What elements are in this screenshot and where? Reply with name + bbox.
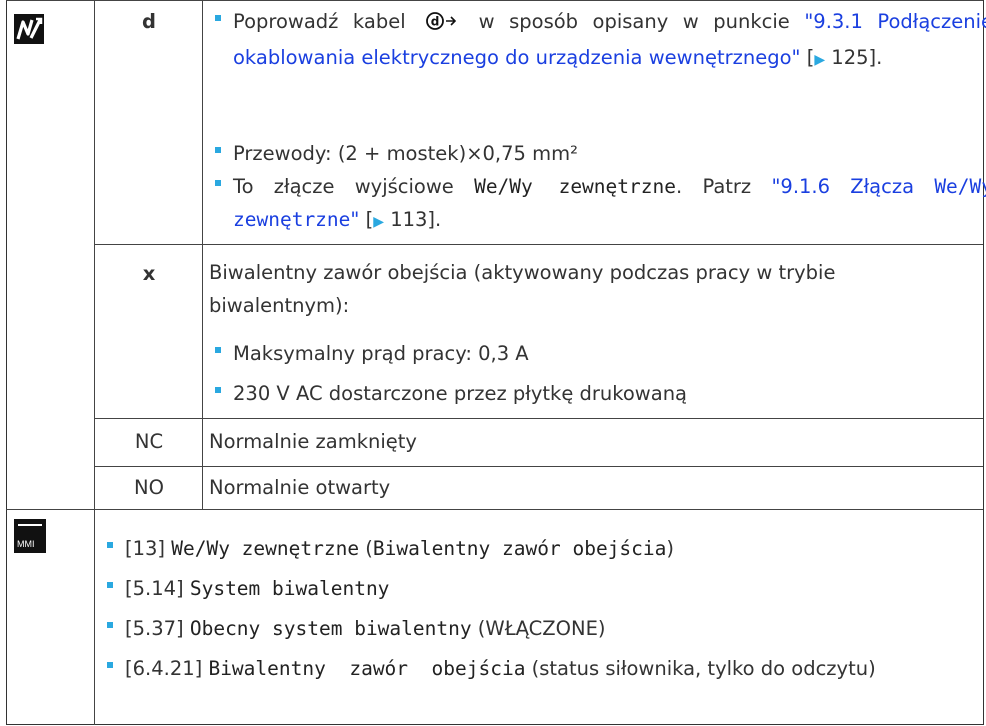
row-description: Normalnie otwarty <box>209 476 391 499</box>
bullet-icon <box>107 582 113 588</box>
code-text: We/Wy zewnętrzne <box>474 175 676 198</box>
code-text: System biwalentny <box>189 577 390 600</box>
bullet-icon <box>107 622 113 628</box>
row-description: Biwalentny zawór obejścia (aktywowany po… <box>209 261 836 317</box>
row-key-d: d <box>142 10 156 33</box>
code-text: Biwalentny zawór obejścia <box>208 657 526 680</box>
row-key-no: NO <box>134 476 164 499</box>
bullet-icon <box>215 15 221 21</box>
bullet-icon <box>215 347 221 353</box>
bullet-icon <box>107 542 113 548</box>
bullet-icon <box>215 180 221 186</box>
menu-path-item: [5.37] Obecny system biwalentny (WŁĄCZON… <box>107 612 986 645</box>
row-divider <box>6 0 983 1</box>
cable-d-arrow-icon: d <box>426 8 458 41</box>
code-text: Biwalentny zawór obejścia <box>372 537 667 560</box>
bullet-icon <box>107 662 113 668</box>
list-item: To złącze wyjściowe We/Wy zewnętrzne. Pa… <box>215 170 986 239</box>
mmi-icon: MMI <box>14 519 46 553</box>
code-text: Obecny system biwalentny <box>189 617 472 640</box>
row-key-nc: NC <box>134 430 164 453</box>
svg-text:d: d <box>431 15 440 29</box>
list-item: Przewody: (2 + mostek)×0,75 mm² <box>215 137 986 170</box>
bullet-icon <box>215 147 221 153</box>
row-divider <box>94 418 983 419</box>
wiring-icon <box>14 14 44 44</box>
menu-path-item: [6.4.21] Biwalentny zawór obejścia (stat… <box>107 652 986 685</box>
row-divider <box>6 509 983 510</box>
menu-path-item: [13] We/Wy zewnętrzne (Biwalentny zawór … <box>107 532 986 565</box>
list-item: Poprowadź kabel d w sposób opisany w pun… <box>215 5 986 77</box>
code-text: We/Wy zewnętrzne <box>171 537 360 560</box>
row-divider <box>94 244 983 245</box>
page-arrow-icon: ▶ <box>814 52 826 68</box>
bullet-icon <box>215 387 221 393</box>
row-description: Normalnie zamknięty <box>209 430 417 453</box>
list-item: 230 V AC dostarczone przez płytkę drukow… <box>215 377 986 410</box>
row-divider <box>94 466 983 467</box>
menu-path-item: [5.14] System biwalentny <box>107 572 986 605</box>
row-key-x: x <box>142 262 156 285</box>
col-divider <box>94 509 95 725</box>
page-arrow-icon: ▶ <box>373 214 384 230</box>
list-item: Maksymalny prąd pracy: 0,3 A <box>215 337 986 370</box>
